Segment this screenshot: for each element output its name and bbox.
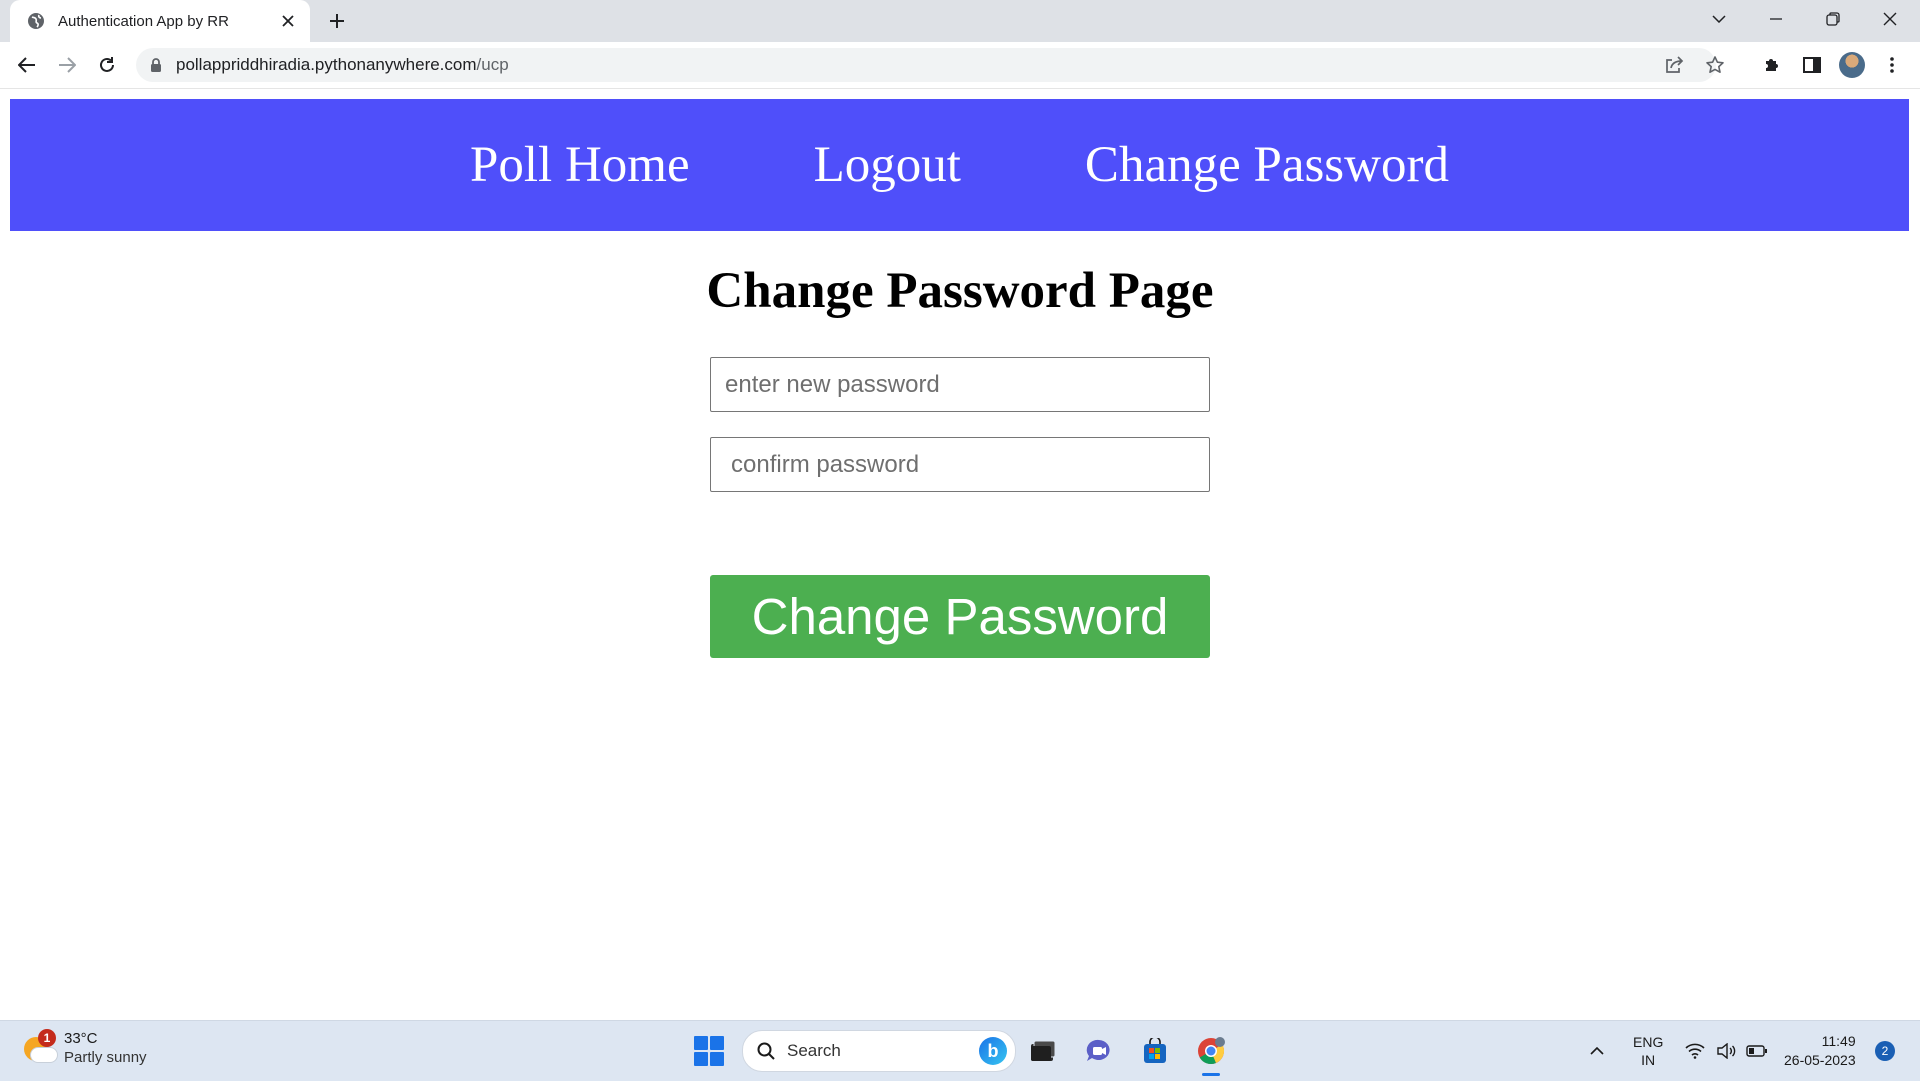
volume-icon[interactable] <box>1716 1021 1736 1081</box>
weather-condition: Partly sunny <box>64 1049 147 1066</box>
clock[interactable]: 11:49 26-05-2023 <box>1784 1021 1856 1081</box>
tab-search-chevron-icon[interactable] <box>1691 0 1747 38</box>
browser-tab[interactable]: Authentication App by RR <box>10 0 310 42</box>
profile-avatar[interactable] <box>1838 51 1866 79</box>
language-indicator[interactable]: ENG IN <box>1633 1021 1663 1081</box>
new-password-input[interactable] <box>710 357 1210 412</box>
notification-center[interactable]: 2 <box>1875 1021 1895 1081</box>
new-tab-icon[interactable] <box>325 9 349 33</box>
page-title: Change Password Page <box>706 263 1214 319</box>
bing-icon[interactable]: b <box>979 1037 1007 1065</box>
minimize-icon[interactable] <box>1748 0 1804 38</box>
lock-icon[interactable] <box>150 57 162 73</box>
weather-temperature: 33°C <box>64 1030 98 1047</box>
tab-title: Authentication App by RR <box>58 12 229 30</box>
side-panel-icon[interactable] <box>1798 51 1826 79</box>
browser-toolbar: pollappriddhiradia.pythonanywhere.com/uc… <box>0 42 1920 89</box>
share-icon[interactable] <box>1664 48 1684 82</box>
restore-icon[interactable] <box>1805 0 1861 38</box>
search-label: Search <box>787 1041 841 1060</box>
forward-arrow-icon[interactable] <box>53 51 81 79</box>
change-password-button[interactable]: Change Password <box>710 575 1210 658</box>
url-path: /ucp <box>476 55 509 74</box>
close-tab-icon[interactable] <box>278 11 298 31</box>
close-window-icon[interactable] <box>1862 0 1918 38</box>
browser-tabstrip: Authentication App by RR <box>0 0 1920 42</box>
reload-icon[interactable] <box>93 51 121 79</box>
windows-taskbar: 1 33°C Partly sunny Search b ENG IN 11:4… <box>0 1020 1920 1081</box>
battery-icon[interactable] <box>1746 1021 1768 1081</box>
teams-chat-icon[interactable] <box>1080 1032 1118 1070</box>
task-view-icon[interactable] <box>1024 1032 1062 1070</box>
language-line2: IN <box>1641 1052 1656 1068</box>
language-line1: ENG <box>1633 1034 1664 1050</box>
bookmark-star-icon[interactable] <box>1705 48 1725 82</box>
weather-widget[interactable]: 1 33°C Partly sunny <box>22 1029 147 1067</box>
url-host: pollappriddhiradia.pythonanywhere.com <box>176 55 477 74</box>
address-bar[interactable]: pollappriddhiradia.pythonanywhere.com/uc… <box>136 48 1724 82</box>
site-navbar: Poll Home Logout Change Password <box>10 99 1909 231</box>
clock-time: 11:49 <box>1821 1033 1856 1049</box>
extensions-puzzle-icon[interactable] <box>1758 51 1786 79</box>
clock-date: 26-05-2023 <box>1784 1052 1856 1068</box>
confirm-password-input[interactable] <box>710 437 1210 492</box>
wifi-icon[interactable] <box>1685 1021 1705 1081</box>
search-icon <box>757 1042 775 1060</box>
show-hidden-icons-chevron[interactable] <box>1590 1021 1604 1081</box>
weather-icon: 1 <box>22 1029 58 1065</box>
nav-link-poll-home[interactable]: Poll Home <box>470 136 690 194</box>
notification-count-badge: 2 <box>1875 1041 1895 1061</box>
windows-start-icon[interactable] <box>694 1036 724 1066</box>
weather-badge: 1 <box>38 1029 56 1047</box>
globe-icon <box>26 11 46 31</box>
nav-link-logout[interactable]: Logout <box>814 136 961 194</box>
back-arrow-icon[interactable] <box>13 51 41 79</box>
nav-link-change-password[interactable]: Change Password <box>1085 136 1449 194</box>
microsoft-store-icon[interactable] <box>1136 1032 1174 1070</box>
url-text: pollappriddhiradia.pythonanywhere.com/uc… <box>176 55 509 75</box>
chrome-taskbar-icon[interactable] <box>1192 1032 1230 1076</box>
taskbar-search[interactable]: Search b <box>742 1030 1016 1072</box>
kebab-menu-icon[interactable] <box>1878 51 1906 79</box>
